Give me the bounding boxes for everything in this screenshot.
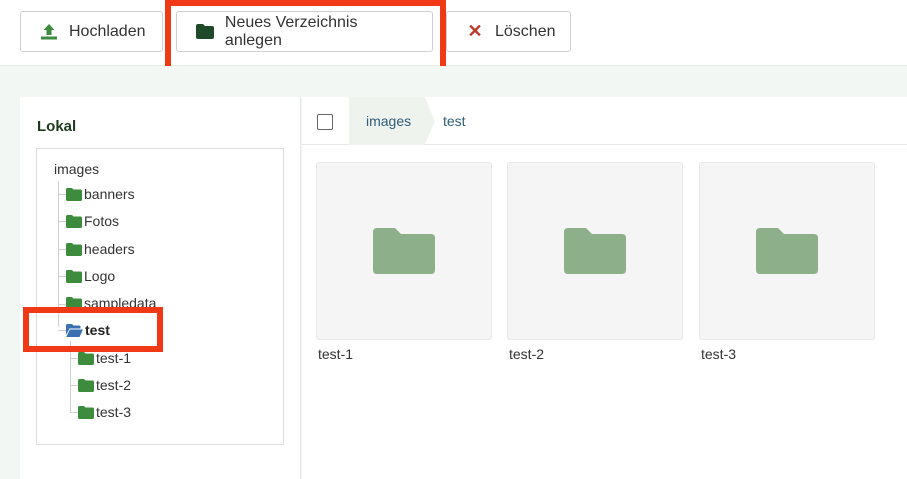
close-icon: ✕	[467, 21, 483, 41]
folder-icon	[78, 378, 94, 392]
new-folder-button[interactable]: Neues Verzeichnis anlegen	[176, 11, 433, 52]
sidebar-item-label: test-3	[96, 404, 132, 420]
tree-line	[58, 330, 66, 331]
breadcrumb-item-test[interactable]: test	[443, 97, 466, 145]
sidebar-item-label: banners	[84, 186, 135, 202]
tree-line	[70, 358, 78, 359]
folder-tile-test-1[interactable]	[316, 162, 492, 340]
folder-icon	[195, 22, 215, 42]
tree-root-images[interactable]: images	[54, 161, 99, 177]
tree-line	[70, 341, 71, 413]
sidebar-item-label: test-2	[96, 377, 132, 393]
folder-icon	[66, 269, 82, 283]
tree-line	[58, 249, 66, 250]
delete-button-label: Löschen	[495, 22, 556, 40]
upload-icon	[39, 22, 59, 42]
folder-icon	[78, 351, 94, 365]
folder-tree: images banners Fotos headers Logo sample…	[36, 148, 284, 445]
sidebar-item-test-3[interactable]: test-3	[78, 404, 131, 420]
upload-button-label: Hochladen	[69, 22, 146, 40]
sidebar: Lokal images banners Fotos headers Logo	[20, 97, 301, 479]
sidebar-title: Lokal	[37, 118, 77, 135]
sidebar-item-test[interactable]: test	[66, 322, 110, 338]
sidebar-item-label: sampledata	[84, 295, 157, 311]
folder-icon	[373, 228, 435, 274]
sidebar-item-banners[interactable]: banners	[66, 186, 135, 202]
tree-line	[58, 221, 66, 222]
folder-icon	[66, 296, 82, 310]
upload-button[interactable]: Hochladen	[20, 11, 163, 52]
toolbar: Hochladen Neues Verzeichnis anlegen ✕ Lö…	[0, 0, 907, 66]
sidebar-item-fotos[interactable]: Fotos	[66, 213, 119, 229]
select-all-checkbox[interactable]	[317, 114, 333, 130]
folder-icon	[756, 228, 818, 274]
folder-icon	[78, 405, 94, 419]
folder-tile-label: test-2	[509, 346, 545, 362]
folder-tile-label: test-1	[318, 346, 354, 362]
sidebar-item-logo[interactable]: Logo	[66, 268, 115, 284]
tree-line	[58, 304, 66, 305]
tree-line	[70, 385, 78, 386]
folder-icon	[66, 187, 82, 201]
sidebar-item-label: test	[85, 322, 110, 338]
delete-button[interactable]: ✕ Löschen	[446, 11, 571, 52]
folder-icon	[66, 242, 82, 256]
breadcrumb-item-images[interactable]: images	[349, 97, 435, 145]
tree-line	[70, 412, 78, 413]
breadcrumb: images test	[302, 97, 907, 145]
folder-tile-label: test-3	[701, 346, 737, 362]
new-folder-button-label: Neues Verzeichnis anlegen	[224, 13, 358, 49]
sidebar-item-sampledata[interactable]: sampledata	[66, 295, 156, 311]
sidebar-item-label: test-1	[96, 350, 132, 366]
folder-tile-test-2[interactable]	[507, 162, 683, 340]
folder-icon	[66, 214, 82, 228]
sidebar-item-label: headers	[84, 241, 135, 257]
folder-icon	[564, 228, 626, 274]
folder-content: images test test-1 test-2 test-3	[302, 97, 907, 479]
sidebar-item-headers[interactable]: headers	[66, 241, 135, 257]
sidebar-item-label: Fotos	[84, 213, 120, 229]
tree-line	[58, 276, 66, 277]
sidebar-item-test-1[interactable]: test-1	[78, 350, 131, 366]
tree-line	[58, 194, 66, 195]
folder-open-icon	[66, 323, 83, 337]
sidebar-item-test-2[interactable]: test-2	[78, 377, 131, 393]
folder-tile-test-3[interactable]	[699, 162, 875, 340]
tree-line	[58, 181, 59, 327]
sidebar-item-label: Logo	[84, 268, 116, 284]
